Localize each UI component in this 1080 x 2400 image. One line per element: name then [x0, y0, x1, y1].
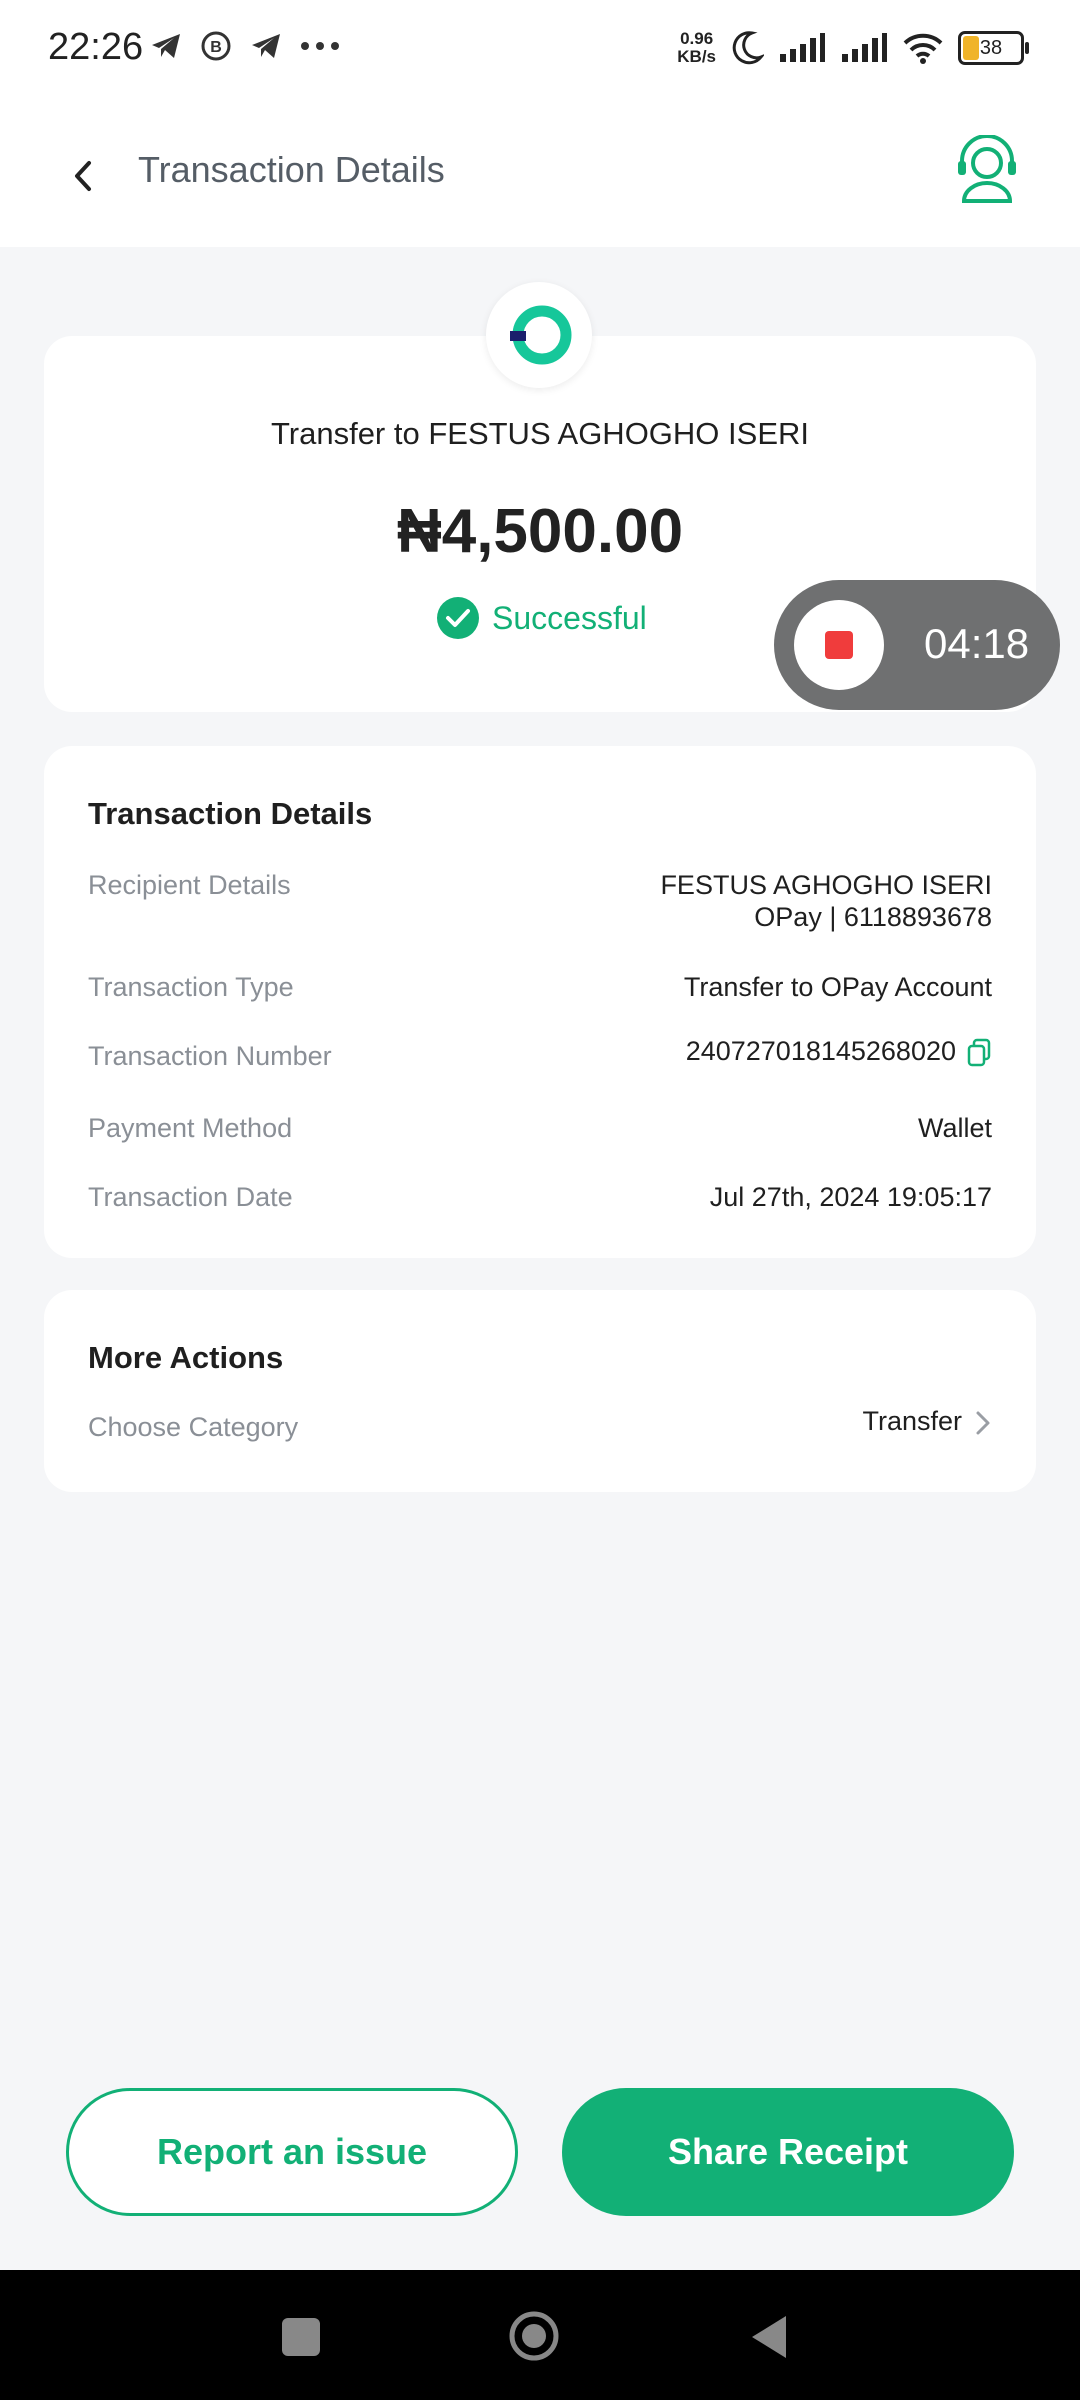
share-receipt-button[interactable]: Share Receipt [562, 2088, 1014, 2216]
report-issue-button[interactable]: Report an issue [66, 2088, 518, 2216]
signal-icon [780, 33, 825, 62]
stop-icon [825, 631, 853, 659]
signal-icon [842, 33, 887, 62]
telegram-icon [252, 34, 280, 58]
status-time: 22:26 [48, 26, 144, 68]
transfer-recipient-title: Transfer to FESTUS AGHOGHO ISERI [270, 416, 810, 451]
net-speed-unit: KB/s [677, 47, 716, 66]
moon-icon [732, 31, 764, 65]
wifi-icon [903, 33, 943, 64]
category-value: Transfer [862, 1406, 962, 1436]
recipient-account: OPay | 6118893678 [754, 902, 992, 932]
status-badge: Successful [436, 596, 647, 640]
choose-category-button[interactable]: Transfer [862, 1406, 992, 1437]
recents-icon[interactable] [282, 2318, 320, 2356]
check-circle-icon [437, 597, 479, 639]
net-speed-value: 0.96 [680, 29, 714, 48]
transaction-date-label: Transaction Date [88, 1182, 293, 1212]
transaction-number-label: Transaction Number [88, 1041, 332, 1071]
recipient-details-label: Recipient Details [88, 870, 291, 900]
net-speed: 0.96 KB/s [677, 30, 716, 66]
transaction-amount: ₦4,500.00 [396, 497, 684, 566]
telegram-icon [152, 34, 180, 58]
page-title: Transaction Details [138, 149, 445, 190]
more-actions-title: More Actions [88, 1340, 284, 1375]
transaction-type-value: Transfer to OPay Account [683, 972, 992, 1002]
copy-icon[interactable] [966, 1038, 992, 1068]
home-icon[interactable] [508, 2310, 560, 2362]
back-triangle-icon[interactable] [746, 2312, 792, 2362]
status-text: Successful [492, 599, 647, 636]
app-header: Transaction Details [0, 105, 1080, 247]
chevron-left-icon[interactable] [58, 151, 108, 201]
recipient-name: FESTUS AGHOGHO ISERI [660, 870, 992, 900]
choose-category-label: Choose Category [88, 1412, 299, 1442]
opay-logo-icon [510, 305, 572, 365]
more-dots-icon [301, 42, 339, 50]
transaction-date-value: Jul 27th, 2024 19:05:17 [709, 1182, 992, 1212]
customer-support-icon[interactable] [954, 135, 1020, 205]
battery-level: 38 [979, 37, 1003, 59]
opay-logo [486, 282, 592, 388]
transaction-number-row: 240727018145268020 [686, 1036, 992, 1068]
system-nav-bar [0, 2270, 1080, 2400]
battery-icon: 38 [958, 31, 1029, 65]
chevron-right-icon [976, 1411, 990, 1435]
transaction-details-card: Transaction Details Recipient Details FE… [44, 746, 1036, 1258]
whatsapp-business-icon: B [201, 31, 231, 61]
section-title: Transaction Details [88, 796, 373, 831]
transaction-type-label: Transaction Type [88, 972, 294, 1002]
svg-text:B: B [210, 39, 222, 56]
screen-recorder-widget[interactable]: 04:18 [774, 580, 1060, 710]
recording-timer: 04:18 [924, 620, 1030, 667]
payment-method-label: Payment Method [88, 1113, 293, 1143]
stop-recording-button[interactable] [794, 600, 884, 690]
transaction-number-value: 240727018145268020 [685, 1036, 956, 1066]
payment-method-value: Wallet [917, 1113, 992, 1143]
more-actions-card: More Actions Choose Category Transfer [44, 1290, 1036, 1492]
status-bar: 22:26 B 0.96 KB/s 38 [0, 0, 1080, 105]
notification-icons: B [150, 30, 340, 62]
